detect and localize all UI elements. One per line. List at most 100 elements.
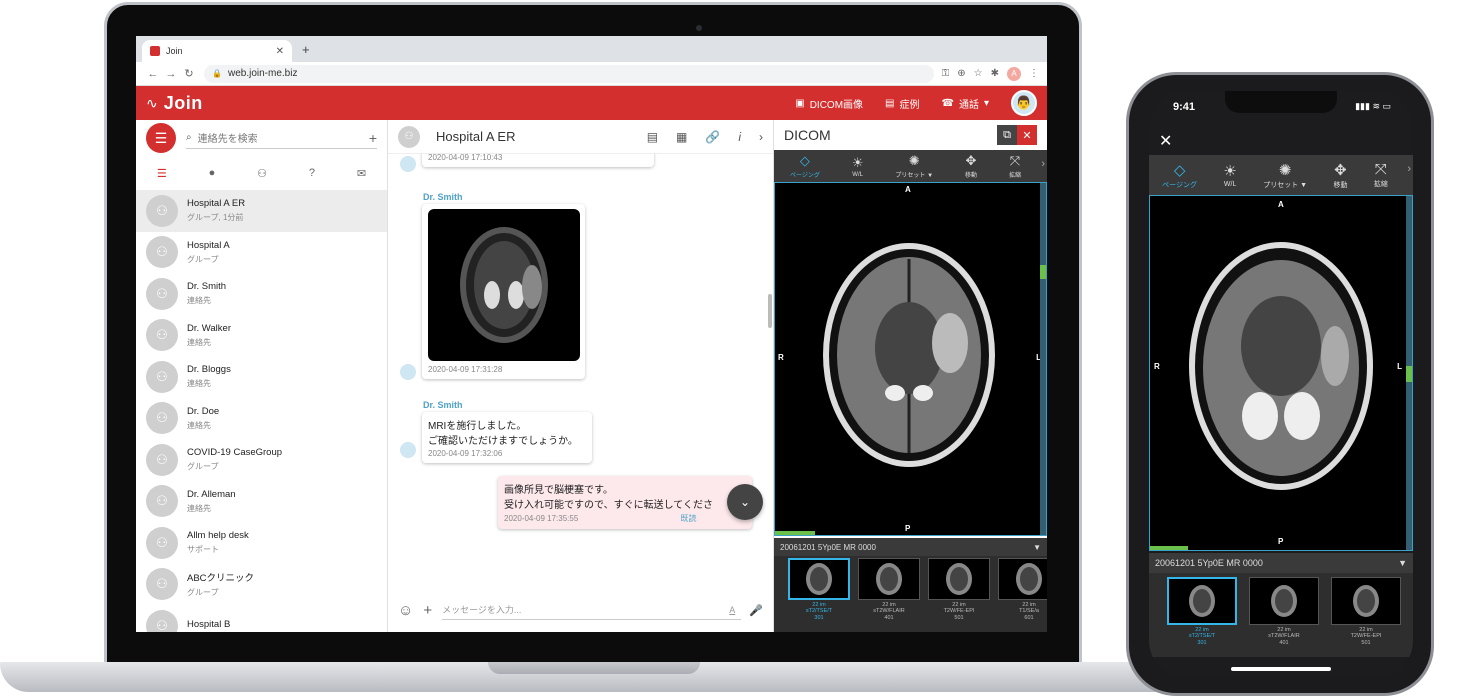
chat-panel: ⚇ Hospital A ER ▤ ▦ 🔗 i › 2020-04-09 17:… (388, 120, 774, 632)
gallery-icon[interactable]: ▦ (676, 130, 687, 144)
close-icon[interactable]: ✕ (276, 46, 284, 57)
list-tab-icon[interactable]: ☰ (157, 167, 167, 180)
move-icon: ✥ (965, 153, 977, 168)
orientation-left: R (778, 353, 784, 362)
dicom-button[interactable]: ▣ DICOM画像 (795, 96, 863, 111)
chevron-right-icon[interactable]: › (1041, 158, 1045, 170)
contact-avatar: ⚇ (146, 236, 178, 269)
tool-paging[interactable]: ◇ ページング (1162, 161, 1197, 190)
contact-avatar: ⚇ (146, 194, 178, 227)
tool-preset[interactable]: ✺ プリセット ▼ (895, 153, 933, 179)
address-bar[interactable]: 🔒 web.join-me.biz (204, 64, 934, 83)
browser-menu-icon[interactable]: ⋮ (1029, 68, 1039, 79)
contact-item[interactable]: ⚇ Dr. Doe 連絡先 (136, 398, 387, 440)
microphone-icon[interactable]: 🎤 (749, 604, 763, 617)
contact-item[interactable]: ⚇ Dr. Smith 連絡先 (136, 273, 387, 315)
slice-scrollbar[interactable] (1406, 196, 1412, 550)
contact-item[interactable]: ⚇ Dr. Alleman 連絡先 (136, 481, 387, 523)
star-icon[interactable]: ☆ (974, 68, 983, 79)
caption-line: T2W/FE-EPI (943, 608, 975, 615)
add-contact-icon[interactable]: + (369, 130, 377, 146)
mail-tab-icon[interactable]: ✉ (357, 167, 366, 180)
tool-move[interactable]: ✥ 移動 (965, 153, 977, 179)
tool-brightness[interactable]: ☀ W/L (1223, 162, 1236, 188)
brand-name: Join (163, 92, 203, 113)
contact-search-input[interactable]: ⌕ 連絡先を検索 + (186, 127, 377, 149)
home-indicator (1231, 667, 1331, 671)
open-external-icon[interactable]: ⧉ (997, 125, 1017, 145)
message-input[interactable]: メッセージを入力... A (442, 600, 742, 620)
slice-scrollbar[interactable] (1040, 183, 1046, 535)
clipboard-icon[interactable]: ▤ (647, 130, 658, 144)
profile-avatar[interactable]: A (1007, 66, 1021, 81)
install-icon[interactable]: ⊕ (957, 68, 965, 79)
user-avatar[interactable]: 👨 (1011, 90, 1037, 116)
orientation-top: A (1278, 200, 1284, 209)
slice-scroll-thumb[interactable] (1040, 265, 1046, 279)
series-selector[interactable]: 20061201 5Yp0E MR 0000 ▼ (774, 538, 1047, 556)
message-text: 受け入れ可能ですので、すぐに転送してくださ (504, 500, 713, 511)
group-tab-icon[interactable]: ⚇ (257, 167, 267, 180)
series-thumbnail[interactable]: 22 im sT2W/FLAIR 401 (858, 558, 920, 630)
chat-scrollbar[interactable] (768, 294, 772, 328)
text-format-icon[interactable]: A (729, 605, 735, 615)
contact-item[interactable]: ⚇ Allm help desk サポート (136, 522, 387, 564)
slice-scroll-thumb[interactable] (1406, 366, 1412, 382)
image-message[interactable]: 2020-04-09 17:31:28 (422, 204, 585, 379)
series-thumbnail[interactable]: 22 im T2W/FE-EPI 501 (928, 558, 990, 630)
contact-subtitle: グループ, 1分前 (187, 213, 244, 223)
series-thumbnail[interactable]: 22 im sT2W/FLAIR 401 (1249, 577, 1319, 653)
attach-plus-icon[interactable]: + (423, 602, 432, 619)
list-view-button[interactable]: ☰ (146, 123, 176, 153)
series-thumbnail[interactable]: 22 im T2W/FE-EPI 501 (1331, 577, 1401, 653)
contact-item[interactable]: ⚇ Hospital B (136, 605, 387, 632)
series-thumbnail[interactable]: 22 im sT2/TSE/T 301 (1167, 577, 1237, 653)
browser-tab[interactable]: Join ✕ (142, 40, 292, 62)
tool-zoom[interactable]: ⤧ 拡縮 (1374, 161, 1388, 189)
new-tab-icon[interactable]: + (302, 42, 310, 57)
forward-icon[interactable]: → (162, 68, 180, 80)
call-button[interactable]: ☎ 通話 ▾ (942, 96, 990, 111)
info-icon[interactable]: i (738, 130, 741, 144)
chevron-right-icon[interactable]: › (1407, 163, 1411, 175)
tool-preset[interactable]: ✺ プリセット ▼ (1263, 161, 1307, 190)
emoji-icon[interactable]: ☺ (398, 602, 413, 619)
series-thumbnail[interactable]: 22 im sT2/TSE/T 301 (788, 558, 850, 630)
mri-thumbnail[interactable] (428, 209, 580, 361)
tool-paging[interactable]: ◇ ページング (790, 153, 820, 179)
key-icon[interactable]: ⚿ (942, 68, 950, 79)
contact-item[interactable]: ⚇ ABCクリニック グループ (136, 564, 387, 606)
cases-button-label: 症例 (899, 99, 920, 111)
contact-item[interactable]: ⚇ Hospital A グループ (136, 232, 387, 274)
phone-dicom-toolbar: ◇ ページング ☀ W/L ✺ プリセット ▼ ✥ 移動 ⤧ 拡縮 › (1149, 155, 1413, 195)
phone-dicom-viewer[interactable]: A P R L (1149, 195, 1413, 551)
thumbnail-image (928, 558, 990, 600)
tool-zoom[interactable]: ⤧ 拡縮 (1009, 153, 1021, 179)
close-icon[interactable]: ✕ (1017, 125, 1037, 145)
back-icon[interactable]: ← (144, 68, 162, 80)
dicom-panel: DICOM ⧉ ✕ ◇ ページング ☀ W/L ✺ プリセット ▼ ✥ 移動 ⤧ 拡縮 › (774, 120, 1047, 632)
extensions-icon[interactable]: ✱ (991, 68, 999, 79)
cases-button[interactable]: ▤ 症例 (885, 96, 919, 111)
close-icon[interactable]: ✕ (1159, 131, 1172, 151)
series-label: 20061201 5Yp0E MR 0000 (1155, 558, 1263, 568)
caption-line: sT2W/FLAIR (1268, 633, 1300, 640)
call-button-label: 通話 (958, 99, 979, 111)
dicom-viewer[interactable]: A P R L (774, 182, 1047, 536)
chevron-right-icon[interactable]: › (759, 130, 763, 144)
tool-label: ページング (789, 173, 820, 179)
phone-series-selector[interactable]: 20061201 5Yp0E MR 0000 ▼ (1149, 553, 1413, 573)
tool-move[interactable]: ✥ 移動 (1333, 161, 1347, 190)
help-tab-icon[interactable]: ? (309, 167, 315, 179)
tool-brightness[interactable]: ☀ W/L (852, 155, 864, 178)
contact-item[interactable]: ⚇ Dr. Walker 連絡先 (136, 315, 387, 357)
person-tab-icon[interactable]: ● (209, 167, 216, 179)
scroll-down-button[interactable]: ⌄ (727, 484, 763, 520)
link-icon[interactable]: 🔗 (705, 130, 720, 144)
thumbnail-image (858, 558, 920, 600)
contact-item[interactable]: ⚇ COVID-19 CaseGroup グループ (136, 439, 387, 481)
contact-item[interactable]: ⚇ Dr. Bloggs 連絡先 (136, 356, 387, 398)
series-thumbnail[interactable]: 22 im T1/SE/a 601 (998, 558, 1047, 630)
reload-icon[interactable]: ↻ (180, 67, 198, 80)
contact-item[interactable]: ⚇ Hospital A ER グループ, 1分前 (136, 190, 387, 232)
